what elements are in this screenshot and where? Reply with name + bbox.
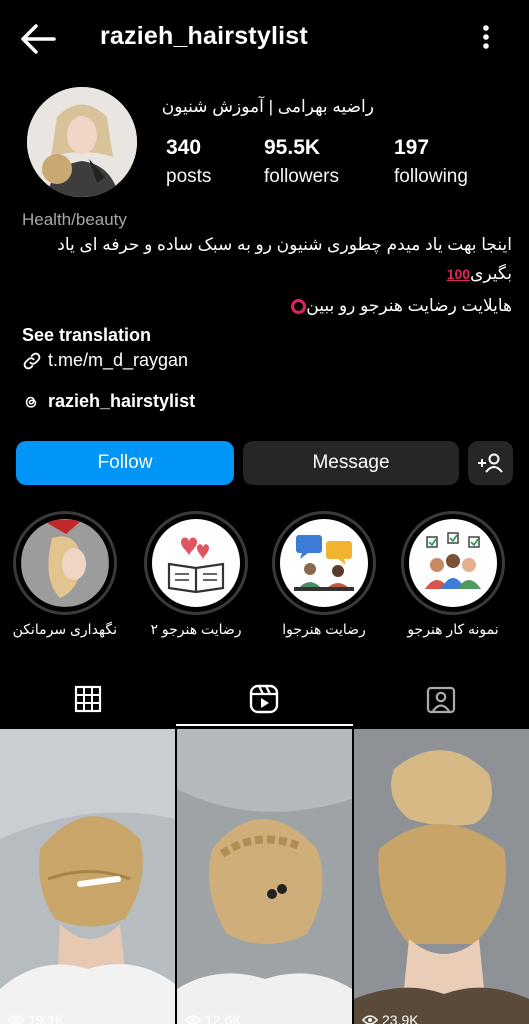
active-tab-indicator (176, 724, 353, 726)
bio-line-2-text: بگیری (470, 264, 512, 283)
profile-link-text: t.me/m_d_raygan (48, 350, 189, 370)
tab-tagged[interactable] (353, 670, 529, 727)
view-count-text: 19.1K (28, 1012, 65, 1024)
following-stat[interactable]: 197 following (394, 136, 468, 188)
highlight-label: نمونه کار هنرجو (407, 621, 499, 637)
follow-button[interactable]: Follow (16, 441, 234, 485)
view-count-text: 12.6K (205, 1012, 242, 1024)
reels-grid: 19.1K 12.6K 23.9K (0, 729, 529, 1024)
eye-icon (362, 1015, 378, 1024)
braided-bun-thumbnail (177, 729, 352, 1024)
red-circle-icon (291, 299, 307, 315)
bio-line-3-text: هایلایت رضایت هنرجو رو ببین (306, 296, 512, 315)
reels-icon (249, 684, 279, 713)
threads-badge[interactable]: razieh_hairstylist (22, 391, 195, 412)
highlight-cover (144, 511, 248, 615)
bio-line-1: اینجا بهت یاد میدم چطوری شنیون رو به سبک… (57, 235, 512, 254)
highlight-cover (272, 511, 376, 615)
following-count: 197 (394, 136, 430, 159)
posts-count: 340 (166, 136, 202, 159)
view-count: 19.1K (8, 1012, 65, 1024)
conversation-icon (294, 535, 354, 591)
add-user-icon (477, 453, 503, 473)
hair-photo-icon (22, 520, 108, 606)
highlight-cover (13, 511, 117, 615)
followers-stat[interactable]: 95.5K followers (264, 136, 339, 188)
grid-icon (74, 685, 102, 712)
reel-thumbnail[interactable]: 23.9K (354, 729, 529, 1024)
bio-line-3: هایلایت رضایت هنرجو رو ببین (18, 296, 512, 316)
highlight-item[interactable]: نمونه کار هنرجو (401, 511, 505, 638)
posts-label: posts (166, 166, 212, 187)
highlight-label: نگهداری سرمانکن (12, 621, 117, 637)
tab-posts-grid[interactable] (0, 670, 176, 727)
threads-icon (25, 396, 37, 408)
profile-tabs (0, 670, 529, 727)
highlight-item[interactable]: نگهداری سرمانکن (13, 511, 117, 638)
threads-handle: razieh_hairstylist (48, 391, 196, 411)
more-vertical-icon (483, 25, 489, 49)
message-button[interactable]: Message (243, 441, 459, 485)
profile-link[interactable]: t.me/m_d_raygan (22, 350, 188, 371)
posts-stat[interactable]: 340 posts (166, 136, 211, 188)
view-count: 12.6K (185, 1012, 242, 1024)
highlight-item[interactable]: رضایت هنرجو ۲ (144, 511, 248, 638)
link-icon (23, 352, 41, 369)
reel-thumbnail[interactable]: 12.6K (177, 729, 352, 1024)
more-options-button[interactable] (476, 22, 496, 54)
hair-bun-thumbnail (0, 729, 175, 1024)
tagged-icon (426, 686, 456, 713)
eye-icon (185, 1015, 201, 1024)
highlight-label: رضایت هنرجو ۲ (150, 621, 242, 637)
tab-reels[interactable] (176, 670, 352, 727)
see-translation-link[interactable]: See translation (22, 325, 151, 346)
book-hearts-icon (167, 537, 225, 594)
arrow-left-icon (21, 24, 56, 54)
profile-username: razieh_hairstylist (100, 22, 308, 50)
back-button[interactable] (20, 22, 56, 56)
highlight-cover (401, 511, 505, 615)
view-count: 23.9K (362, 1012, 419, 1024)
reel-thumbnail[interactable]: 19.1K (0, 729, 175, 1024)
followers-count: 95.5K (264, 136, 321, 159)
following-label: following (394, 166, 468, 187)
followers-label: followers (264, 166, 339, 187)
view-count-text: 23.9K (382, 1012, 419, 1024)
profile-avatar[interactable] (27, 87, 137, 197)
highlight-label: رضایت هنرجوا (282, 621, 366, 637)
top-bar: razieh_hairstylist (0, 0, 529, 76)
highlight-item[interactable]: رضایت هنرجوا (272, 511, 376, 638)
profile-category: Health/beauty (22, 210, 127, 229)
eye-icon (8, 1015, 24, 1024)
suggested-users-button[interactable] (468, 441, 513, 485)
profile-display-name: راضیه بهرامی | آموزش شنیون (161, 97, 374, 116)
high-bun-thumbnail (354, 729, 529, 1024)
bio-line-2: بگیری100 (18, 264, 512, 284)
hundred-points-icon: 100 (446, 266, 471, 282)
team-checklist-icon (425, 532, 481, 589)
